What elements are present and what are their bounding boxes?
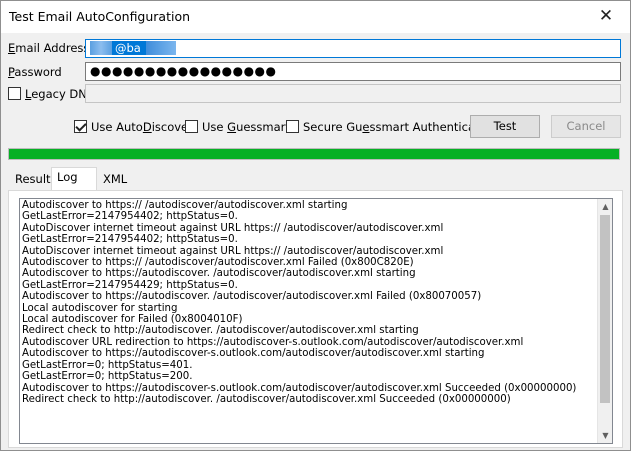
email-input[interactable]: @ba (85, 39, 621, 58)
log-line: Autodiscover to https://autodiscover. /a… (22, 291, 482, 303)
use-autodiscover-label: Use AutoDiscover (91, 120, 193, 134)
dialog-window: Test Email AutoConfiguration ✕ Email Add… (0, 0, 631, 451)
log-lines: Autodiscover to https:// /autodiscover/a… (22, 200, 596, 405)
log-line: Autodiscover to https://autodiscover-s.o… (22, 382, 577, 394)
window-title: Test Email AutoConfiguration (9, 9, 191, 24)
log-line: GetLastError=2147954402; httpStatus=0. (22, 211, 238, 223)
log-line: Redirect check to http://autodiscover. /… (22, 393, 511, 405)
password-label: Password (8, 65, 62, 79)
log-textbox[interactable]: Autodiscover to https:// /autodiscover/a… (19, 198, 613, 444)
email-selection: @ba (90, 41, 176, 55)
log-line: Autodiscover to https://autodiscover-s.o… (22, 348, 485, 360)
progress-fill (9, 149, 619, 159)
log-line: GetLastError=2147954402; httpStatus=0. (22, 234, 238, 246)
scroll-up-icon[interactable]: ▲ (598, 199, 612, 214)
secure-guessmart-checkbox[interactable] (286, 120, 299, 133)
vertical-scrollbar[interactable]: ▲ ▼ (597, 199, 612, 443)
log-line: GetLastError=0; httpStatus=401. (22, 359, 193, 371)
use-guessmart-label: Use Guessmart (202, 120, 290, 134)
close-icon[interactable]: ✕ (596, 6, 616, 26)
use-autodiscover-checkbox[interactable] (74, 120, 87, 133)
log-line: AutoDiscover internet timeout against UR… (22, 222, 444, 234)
secure-guessmart-label: Secure Guessmart Authentication (303, 120, 498, 134)
log-line: Autodiscover to https://autodiscover. /a… (22, 268, 416, 280)
legacy-dn-label: Legacy DN (25, 87, 87, 101)
use-guessmart-checkbox[interactable] (185, 120, 198, 133)
legacy-dn-input (85, 84, 621, 103)
log-line: GetLastError=0; httpStatus=200. (22, 371, 193, 383)
scroll-thumb[interactable] (600, 215, 610, 403)
log-line: Local autodiscover for Failed (0x8004010… (22, 314, 243, 326)
log-tab-panel: Autodiscover to https:// /autodiscover/a… (8, 190, 623, 448)
password-input[interactable]: ●●●●●●●●●●●●●●●●● (85, 62, 621, 81)
log-line: Local autodiscover for starting (22, 302, 178, 314)
scroll-down-icon[interactable]: ▼ (598, 428, 612, 443)
legacy-dn-checkbox[interactable] (8, 87, 21, 100)
log-line: Autodiscover to https:// /autodiscover/a… (22, 257, 414, 269)
email-label: Email Address (8, 41, 90, 55)
log-line: Autodiscover URL redirection to https://… (22, 336, 524, 348)
log-line: AutoDiscover internet timeout against UR… (22, 245, 444, 257)
tab-xml[interactable]: XML (97, 169, 133, 190)
log-line: GetLastError=2147954429; httpStatus=0. (22, 279, 238, 291)
title-bar: Test Email AutoConfiguration ✕ (1, 1, 630, 33)
test-button[interactable]: Test (470, 115, 540, 138)
cancel-button: Cancel (551, 115, 621, 138)
log-line: Redirect check to http://autodiscover. /… (22, 325, 419, 337)
tab-log[interactable]: Log (51, 167, 97, 191)
progress-bar (8, 148, 620, 160)
log-line: Autodiscover to https:// /autodiscover/a… (22, 200, 348, 211)
